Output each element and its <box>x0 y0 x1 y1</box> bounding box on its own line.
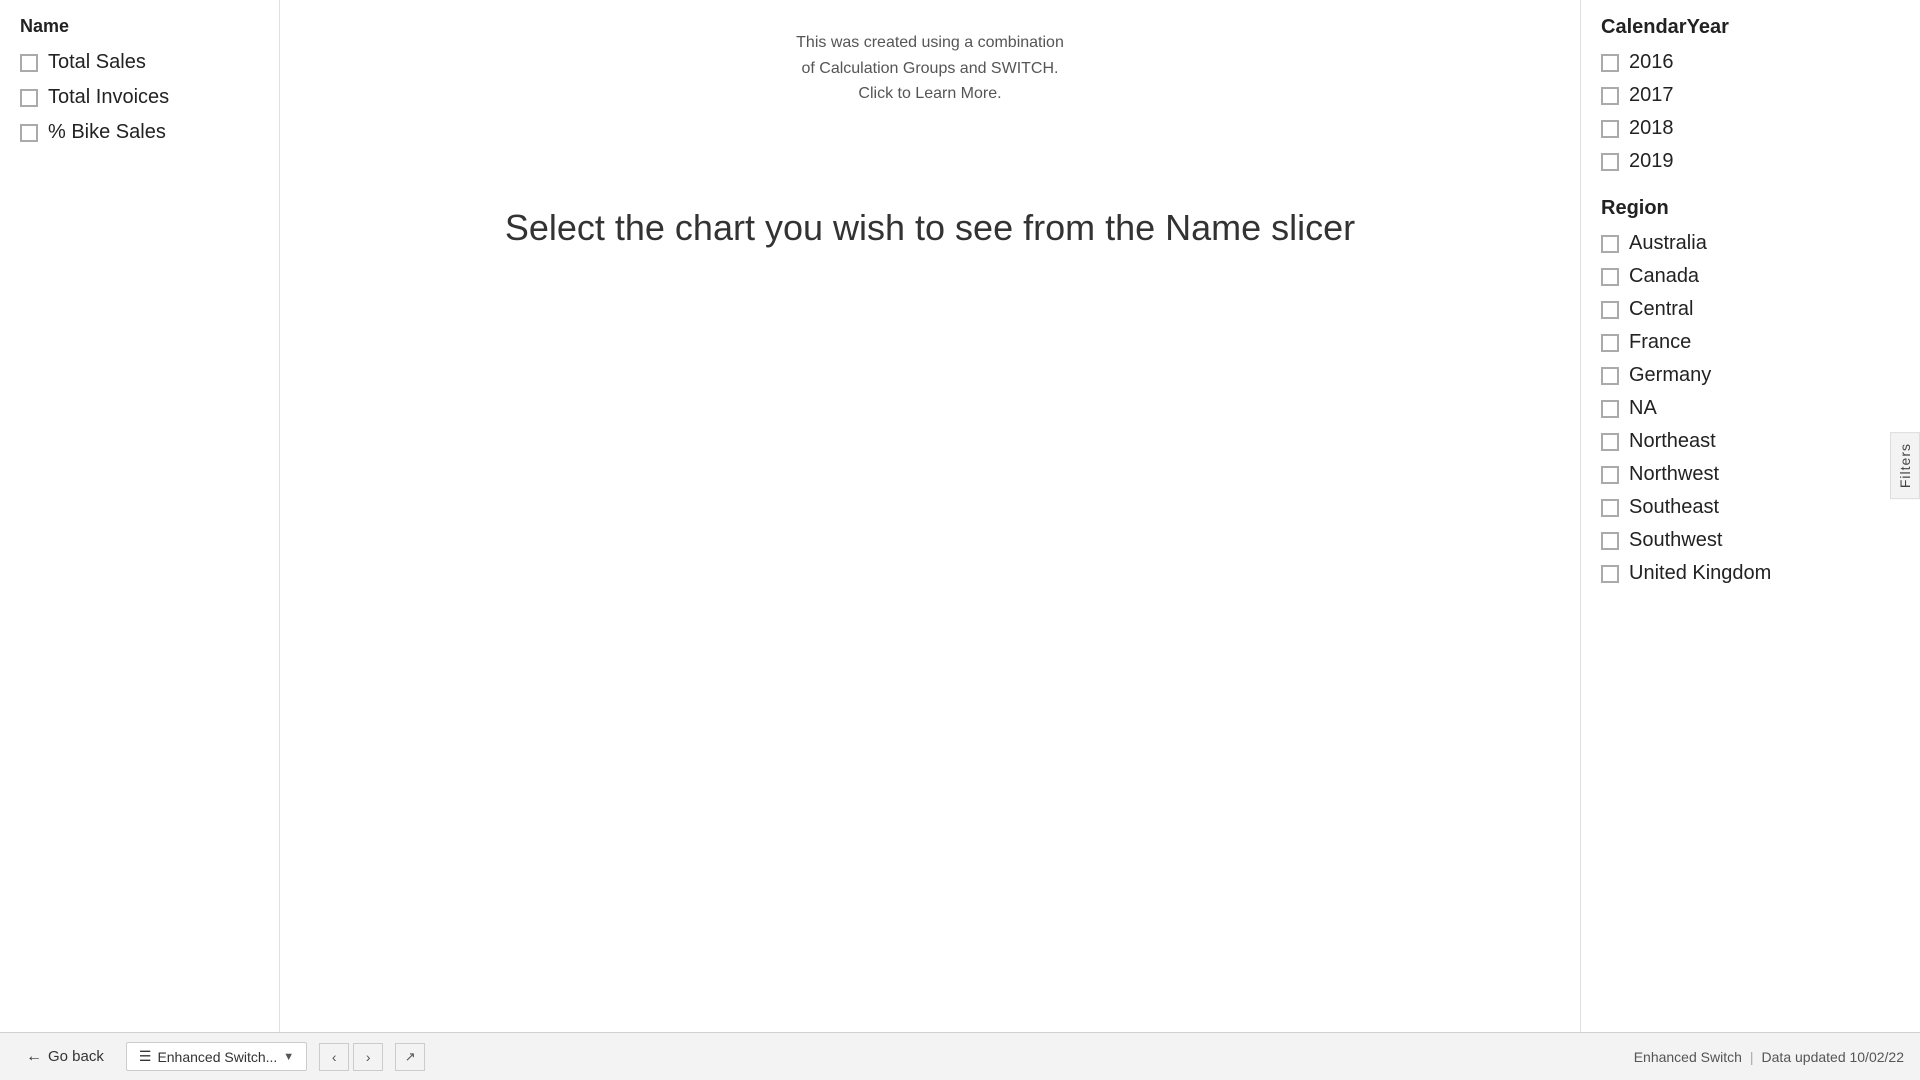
germany-label: Germany <box>1629 364 1711 387</box>
filter-item-canada[interactable]: Canada <box>1601 265 1900 288</box>
total-invoices-checkbox[interactable] <box>20 89 38 107</box>
filter-item-southwest[interactable]: Southwest <box>1601 529 1900 552</box>
data-updated-label: Data updated 10/02/22 <box>1762 1049 1904 1065</box>
tab-enhanced-switch[interactable]: ☰ Enhanced Switch... ▼ <box>126 1042 307 1071</box>
main-message: Select the chart you wish to see from th… <box>505 207 1355 249</box>
name-slicer-title: Name <box>20 16 259 37</box>
australia-label: Australia <box>1629 232 1707 255</box>
year-2018-checkbox[interactable] <box>1601 120 1619 138</box>
expand-icon: ↗ <box>405 1049 416 1065</box>
filter-item-2017[interactable]: 2017 <box>1601 84 1900 107</box>
filter-item-australia[interactable]: Australia <box>1601 232 1900 255</box>
na-label: NA <box>1629 397 1657 420</box>
go-back-button[interactable]: ← Go back <box>16 1042 114 1072</box>
filter-item-central[interactable]: Central <box>1601 298 1900 321</box>
tab-label: Enhanced Switch... <box>157 1049 277 1065</box>
calendar-year-section: CalendarYear 2016 2017 2018 2019 <box>1601 16 1900 173</box>
go-back-arrow-icon: ← <box>26 1048 42 1066</box>
nav-next-button[interactable]: › <box>353 1043 383 1071</box>
tooltip-link[interactable]: Click to Learn More. <box>858 85 1001 102</box>
southeast-checkbox[interactable] <box>1601 499 1619 517</box>
center-area: This was created using a combination of … <box>280 0 1580 1032</box>
nav-prev-button[interactable]: ‹ <box>319 1043 349 1071</box>
region-title: Region <box>1601 197 1900 220</box>
southeast-label: Southeast <box>1629 496 1719 519</box>
filter-item-na[interactable]: NA <box>1601 397 1900 420</box>
central-label: Central <box>1629 298 1693 321</box>
united-kingdom-label: United Kingdom <box>1629 562 1771 585</box>
canada-checkbox[interactable] <box>1601 268 1619 286</box>
bike-sales-label: % Bike Sales <box>48 121 166 144</box>
total-sales-label: Total Sales <box>48 51 146 74</box>
northwest-checkbox[interactable] <box>1601 466 1619 484</box>
france-label: France <box>1629 331 1691 354</box>
bottom-toolbar: ← Go back ☰ Enhanced Switch... ▼ ‹ › ↗ E… <box>0 1032 1920 1080</box>
go-back-label: Go back <box>48 1048 104 1065</box>
filter-item-northeast[interactable]: Northeast <box>1601 430 1900 453</box>
nav-arrows: ‹ › <box>319 1043 383 1071</box>
tab-icon: ☰ <box>139 1048 152 1065</box>
region-section: Region Australia Canada Central France G… <box>1601 197 1900 585</box>
expand-button[interactable]: ↗ <box>395 1043 425 1071</box>
total-sales-checkbox[interactable] <box>20 54 38 72</box>
bike-sales-checkbox[interactable] <box>20 124 38 142</box>
filter-item-france[interactable]: France <box>1601 331 1900 354</box>
filter-item-southeast[interactable]: Southeast <box>1601 496 1900 519</box>
year-2017-label: 2017 <box>1629 84 1674 107</box>
southwest-checkbox[interactable] <box>1601 532 1619 550</box>
northwest-label: Northwest <box>1629 463 1719 486</box>
na-checkbox[interactable] <box>1601 400 1619 418</box>
filter-item-united-kingdom[interactable]: United Kingdom <box>1601 562 1900 585</box>
slicer-item-bike-sales[interactable]: % Bike Sales <box>20 121 259 144</box>
filter-item-germany[interactable]: Germany <box>1601 364 1900 387</box>
calendar-year-title: CalendarYear <box>1601 16 1900 39</box>
separator: | <box>1750 1049 1754 1065</box>
year-2018-label: 2018 <box>1629 117 1674 140</box>
toolbar-left: ← Go back ☰ Enhanced Switch... ▼ ‹ › ↗ <box>16 1042 425 1072</box>
tooltip-line2: of Calculation Groups and SWITCH. <box>801 60 1058 77</box>
chevron-down-icon: ▼ <box>283 1051 294 1063</box>
france-checkbox[interactable] <box>1601 334 1619 352</box>
year-2019-checkbox[interactable] <box>1601 153 1619 171</box>
toolbar-right: Enhanced Switch | Data updated 10/02/22 <box>1634 1049 1904 1065</box>
northeast-checkbox[interactable] <box>1601 433 1619 451</box>
filter-item-2016[interactable]: 2016 <box>1601 51 1900 74</box>
united-kingdom-checkbox[interactable] <box>1601 565 1619 583</box>
filters-tab[interactable]: Filters <box>1890 432 1920 499</box>
filter-item-2018[interactable]: 2018 <box>1601 117 1900 140</box>
slicer-item-total-sales[interactable]: Total Sales <box>20 51 259 74</box>
right-panel: CalendarYear 2016 2017 2018 2019 Region <box>1580 0 1920 1032</box>
australia-checkbox[interactable] <box>1601 235 1619 253</box>
slicer-item-total-invoices[interactable]: Total Invoices <box>20 86 259 109</box>
filter-item-northwest[interactable]: Northwest <box>1601 463 1900 486</box>
central-checkbox[interactable] <box>1601 301 1619 319</box>
southwest-label: Southwest <box>1629 529 1722 552</box>
canada-label: Canada <box>1629 265 1699 288</box>
total-invoices-label: Total Invoices <box>48 86 169 109</box>
year-2016-checkbox[interactable] <box>1601 54 1619 72</box>
tooltip-text[interactable]: This was created using a combination of … <box>796 30 1064 107</box>
status-label: Enhanced Switch <box>1634 1049 1742 1065</box>
year-2017-checkbox[interactable] <box>1601 87 1619 105</box>
germany-checkbox[interactable] <box>1601 367 1619 385</box>
year-2019-label: 2019 <box>1629 150 1674 173</box>
year-2016-label: 2016 <box>1629 51 1674 74</box>
main-content: Name Total Sales Total Invoices % Bike S… <box>0 0 1920 1032</box>
northeast-label: Northeast <box>1629 430 1716 453</box>
filter-item-2019[interactable]: 2019 <box>1601 150 1900 173</box>
left-panel: Name Total Sales Total Invoices % Bike S… <box>0 0 280 1032</box>
tooltip-line1: This was created using a combination <box>796 34 1064 51</box>
